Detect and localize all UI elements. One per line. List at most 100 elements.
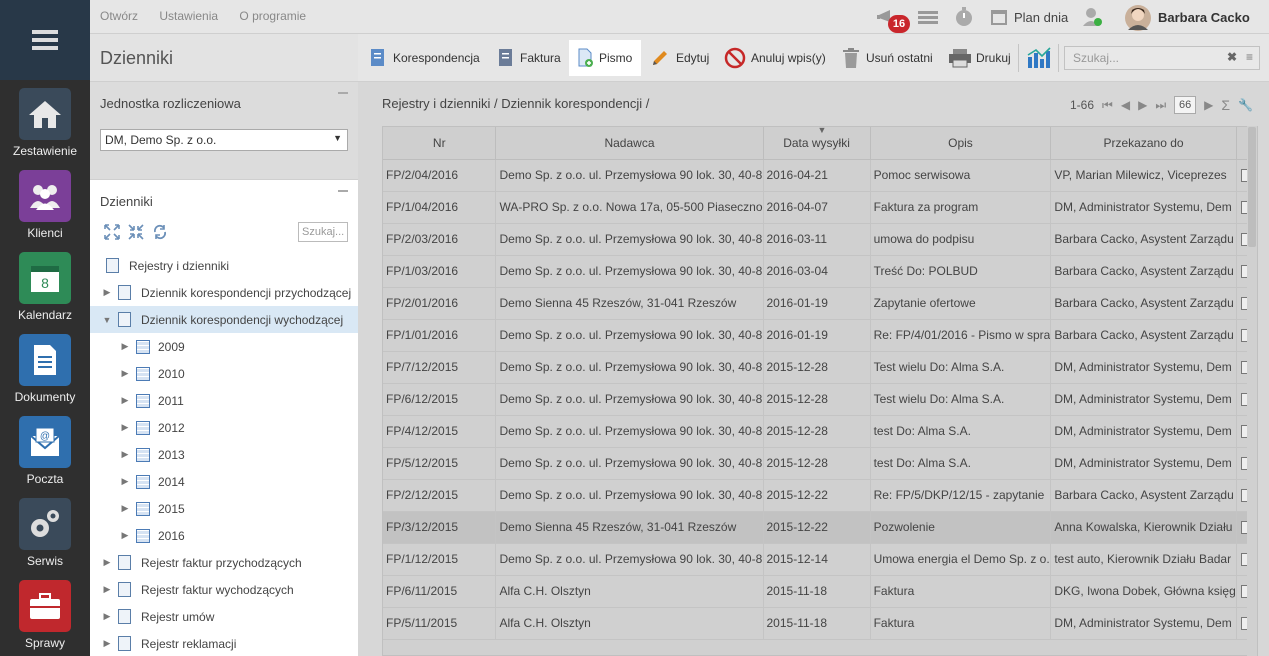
- tree-item[interactable]: ▶ 2011: [90, 387, 358, 414]
- unit-select[interactable]: DM, Demo Sp. z o.o. ▼: [100, 129, 348, 151]
- user-name[interactable]: Barbara Cacko: [1158, 10, 1250, 25]
- table-cell: FP/6/11/2015: [383, 575, 497, 608]
- tree-item[interactable]: ▶ 2013: [90, 441, 358, 468]
- tree-item[interactable]: ▶ 2016: [90, 522, 358, 549]
- expand-arrow-icon[interactable]: ▶: [102, 638, 112, 649]
- column-header-nadawca[interactable]: Nadawca: [495, 127, 764, 160]
- expand-arrow-icon[interactable]: ▶: [102, 287, 112, 298]
- expand-arrow-icon[interactable]: ▶: [102, 611, 112, 622]
- collapse-icon[interactable]: [338, 190, 348, 192]
- column-header-przekazano-do[interactable]: Przekazano do: [1050, 127, 1237, 160]
- hamburger-icon: [32, 30, 58, 50]
- table-row[interactable]: FP/1/04/2016 WA-PRO Sp. z o.o. Nowa 17a, …: [383, 191, 1257, 224]
- user-status-icon[interactable]: [1083, 6, 1103, 31]
- edytuj-button[interactable]: Edytuj: [650, 40, 709, 76]
- table-row[interactable]: FP/2/04/2016 Demo Sp. z o.o. ul. Przemysł…: [383, 159, 1257, 192]
- collapse-arrow-icon[interactable]: ▼: [102, 315, 112, 325]
- tree-item[interactable]: ▶ 2014: [90, 468, 358, 495]
- table-row[interactable]: FP/7/12/2015 Demo Sp. z o.o. ul. Przemysł…: [383, 351, 1257, 384]
- rail-item-zestawienie[interactable]: Zestawienie: [0, 80, 90, 162]
- page-number-input[interactable]: 66: [1174, 96, 1197, 114]
- expand-arrow-icon[interactable]: ▶: [102, 584, 112, 595]
- grid-search-input[interactable]: Szukaj... ✖ ≡: [1064, 46, 1260, 70]
- next-page-icon[interactable]: ▶: [1138, 98, 1147, 112]
- collapse-icon[interactable]: [338, 92, 348, 94]
- gear-icon: [19, 498, 71, 550]
- sum-icon[interactable]: Σ: [1221, 97, 1230, 113]
- refresh-icon[interactable]: [152, 224, 168, 240]
- expand-arrow-icon[interactable]: ▶: [120, 395, 130, 406]
- usun-ostatni-button[interactable]: Usuń ostatni: [842, 40, 933, 76]
- table-row[interactable]: FP/1/01/2016 Demo Sp. z o.o. ul. Przemysł…: [383, 319, 1257, 352]
- table-row[interactable]: FP/5/12/2015 Demo Sp. z o.o. ul. Przemysł…: [383, 447, 1257, 480]
- table-row[interactable]: FP/2/03/2016 Demo Sp. z o.o. ul. Przemysł…: [383, 223, 1257, 256]
- plan-dnia-button[interactable]: Plan dnia: [990, 8, 1068, 26]
- collapse-all-icon[interactable]: [128, 224, 144, 240]
- expand-arrow-icon[interactable]: ▶: [120, 368, 130, 379]
- expand-arrow-icon[interactable]: ▶: [120, 341, 130, 352]
- clear-icon[interactable]: ✖: [1227, 50, 1237, 64]
- column-header-opis[interactable]: Opis: [870, 127, 1052, 160]
- pismo-button[interactable]: Pismo: [569, 40, 641, 76]
- timer-icon[interactable]: [954, 7, 974, 30]
- tree-item[interactable]: ▼ Dziennik korespondencji wychodzącej: [90, 306, 358, 333]
- table-row[interactable]: FP/5/11/2015 Alfa C.H. Olsztyn 2015-11-18 F…: [383, 607, 1257, 640]
- expand-arrow-icon[interactable]: ▶: [120, 422, 130, 433]
- table-row[interactable]: FP/1/12/2015 Demo Sp. z o.o. ul. Przemysł…: [383, 543, 1257, 576]
- korespondencja-button[interactable]: Korespondencja: [370, 40, 480, 76]
- tree-item[interactable]: ▶ 2012: [90, 414, 358, 441]
- last-page-icon[interactable]: ⏭: [1155, 98, 1166, 113]
- rail-item-dokumenty[interactable]: Dokumenty: [0, 326, 90, 408]
- chart-button[interactable]: [1026, 40, 1052, 76]
- tree-item[interactable]: Rejestry i dzienniki: [90, 252, 358, 279]
- table-row[interactable]: FP/2/12/2015 Demo Sp. z o.o. ul. Przemysł…: [383, 479, 1257, 512]
- tree-item[interactable]: ▶ Dziennik korespondencji przychodzącej: [90, 279, 358, 306]
- tree-item[interactable]: ▶ Rejestr faktur wychodzących: [90, 576, 358, 603]
- list-icon[interactable]: [918, 11, 938, 28]
- rail-item-poczta[interactable]: @ Poczta: [0, 408, 90, 490]
- go-page-icon[interactable]: ▶: [1204, 98, 1213, 112]
- prev-page-icon[interactable]: ◀: [1121, 98, 1130, 112]
- tree-item[interactable]: ▶ Rejestr faktur przychodzących: [90, 549, 358, 576]
- rail-item-serwis[interactable]: Serwis: [0, 490, 90, 572]
- expand-arrow-icon[interactable]: ▶: [120, 503, 130, 514]
- menu-ustawienia[interactable]: Ustawienia: [159, 9, 218, 23]
- table-row[interactable]: FP/6/11/2015 Alfa C.H. Olsztyn 2015-11-18 F…: [383, 575, 1257, 608]
- tree-search-input[interactable]: Szukaj...: [298, 222, 348, 242]
- tree-item[interactable]: ▶ Rejestr umów: [90, 603, 358, 630]
- first-page-icon[interactable]: ⏮: [1102, 98, 1113, 113]
- table-row[interactable]: FP/1/03/2016 Demo Sp. z o.o. ul. Przemysł…: [383, 255, 1257, 288]
- menu-lines-icon[interactable]: ≡: [1246, 50, 1253, 64]
- rail-item-klienci[interactable]: Klienci: [0, 162, 90, 244]
- table-cell: 2015-11-18: [763, 607, 871, 640]
- menu-o-programie[interactable]: O programie: [239, 9, 306, 23]
- expand-arrow-icon[interactable]: ▶: [102, 557, 112, 568]
- drukuj-button[interactable]: Drukuj: [948, 40, 1011, 76]
- table-row[interactable]: FP/4/12/2015 Demo Sp. z o.o. ul. Przemysł…: [383, 415, 1257, 448]
- rail-item-kalendarz[interactable]: 8 Kalendarz: [0, 244, 90, 326]
- hamburger-menu-button[interactable]: [0, 0, 90, 80]
- expand-arrow-icon[interactable]: ▶: [120, 476, 130, 487]
- table-row[interactable]: FP/3/12/2015 Demo Sienna 45 Rzeszów, 31-0…: [383, 511, 1257, 544]
- tree-item[interactable]: ▶ 2010: [90, 360, 358, 387]
- tree-item[interactable]: ▶ 2009: [90, 333, 358, 360]
- scrollbar-thumb[interactable]: [1248, 127, 1256, 247]
- table-cell: Alfa C.H. Olsztyn: [495, 607, 764, 640]
- wrench-icon[interactable]: 🔧: [1238, 98, 1253, 112]
- rail-item-sprawy[interactable]: Sprawy: [0, 572, 90, 654]
- table-row[interactable]: FP/2/01/2016 Demo Sienna 45 Rzeszów, 31-0…: [383, 287, 1257, 320]
- table-row[interactable]: FP/6/12/2015 Demo Sp. z o.o. ul. Przemysł…: [383, 383, 1257, 416]
- faktura-button[interactable]: Faktura: [498, 40, 561, 76]
- expand-arrow-icon[interactable]: ▶: [120, 449, 130, 460]
- tree-item[interactable]: ▶ Rejestr reklamacji: [90, 630, 358, 656]
- menu-otworz[interactable]: Otwórz: [100, 9, 138, 23]
- tree-item[interactable]: ▶ 2015: [90, 495, 358, 522]
- avatar[interactable]: [1124, 4, 1152, 35]
- expand-arrow-icon[interactable]: ▶: [120, 530, 130, 541]
- grid-scrollbar[interactable]: [1247, 126, 1257, 656]
- anuluj-button[interactable]: Anuluj wpis(y): [724, 40, 826, 76]
- column-header-nr[interactable]: Nr: [383, 127, 497, 160]
- column-header-data-wysylki[interactable]: ▼ Data wysyłki: [763, 127, 871, 160]
- expand-all-icon[interactable]: [104, 224, 120, 240]
- table-cell: Barbara Cacko, Asystent Zarządu: [1050, 319, 1237, 352]
